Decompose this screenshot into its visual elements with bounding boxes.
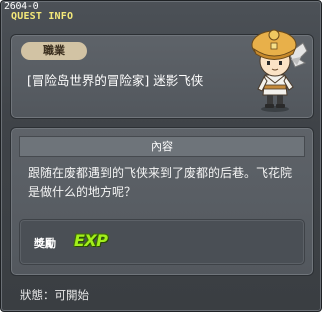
job-panel: 職業 [冒险岛世界的冒险家] 迷影飞侠: [10, 29, 314, 119]
status-value: 可開始: [54, 288, 90, 302]
status-label: 狀態：: [20, 288, 55, 302]
content-panel: 內容 跟随在废都遇到的飞侠来到了废都的后巷。飞花院是做什么的地方呢？ 獎勵 EX…: [10, 127, 314, 276]
quest-status: 狀態：可開始: [20, 287, 89, 303]
quest-info-window: 2604-0 QUEST INFO 職業 [冒险岛世界的冒险家] 迷影飞侠 內容…: [0, 0, 322, 312]
reward-box: 獎勵 EXP: [19, 219, 305, 265]
content-header: 內容: [19, 136, 305, 157]
quest-description: 跟随在废都遇到的飞侠来到了废都的后巷。飞花院是做什么的地方呢？: [28, 166, 293, 199]
job-tag: 職業: [21, 42, 87, 60]
job-name: [冒险岛世界的冒险家] 迷影飞侠: [27, 73, 204, 88]
npc-thief-portrait-icon: [251, 29, 308, 112]
reward-label: 獎勵: [34, 237, 56, 250]
window-title: QUEST INFO: [11, 11, 74, 22]
exp-icon[interactable]: EXP: [74, 231, 108, 250]
